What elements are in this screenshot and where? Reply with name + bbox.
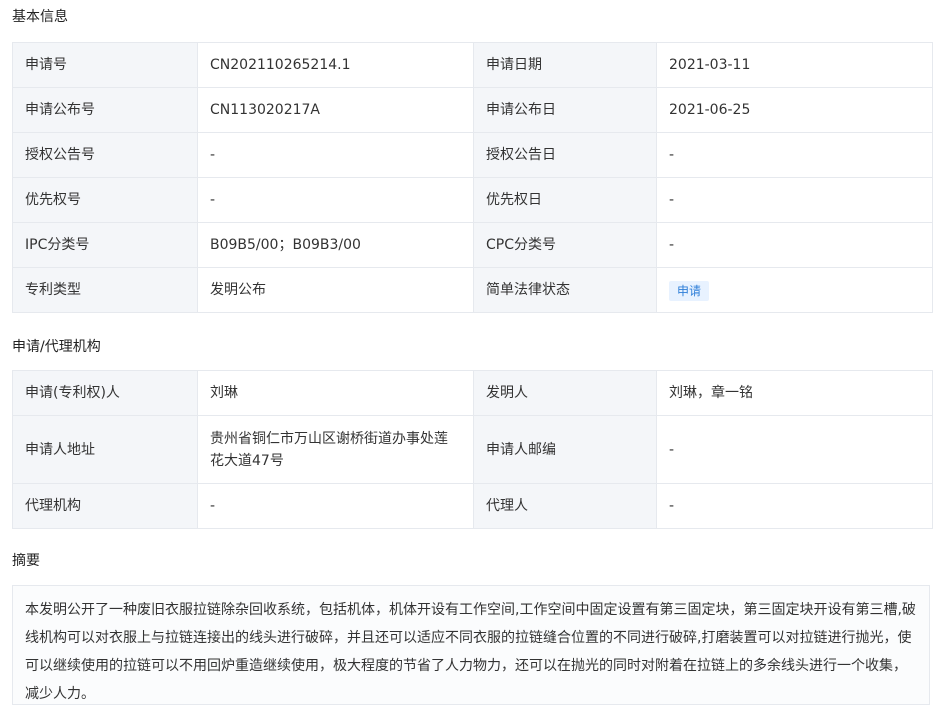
grant-date-value: -	[656, 132, 933, 178]
section-title-basic-info: 基本信息	[12, 9, 68, 25]
application-number-value: CN202110265214.1	[197, 42, 474, 88]
table-row: 授权公告号 - 授权公告日 -	[12, 132, 933, 178]
applicant-value: 刘琳	[197, 370, 474, 416]
table-row: 申请人地址 贵州省铜仁市万山区谢桥街道办事处莲花大道47号 申请人邮编 -	[12, 415, 933, 484]
table-row: 申请号 CN202110265214.1 申请日期 2021-03-11	[12, 42, 933, 88]
ipc-label: IPC分类号	[12, 222, 198, 268]
patent-type-value: 发明公布	[197, 267, 474, 313]
agency-info-table: 申请(专利权)人 刘琳 发明人 刘琳，章一铭 申请人地址 贵州省铜仁市万山区谢桥…	[12, 370, 933, 529]
agent-value: -	[656, 483, 933, 529]
section-title-agency: 申请/代理机构	[12, 339, 101, 355]
cpc-label: CPC分类号	[473, 222, 657, 268]
priority-date-value: -	[656, 177, 933, 223]
table-row: 申请公布号 CN113020217A 申请公布日 2021-06-25	[12, 87, 933, 133]
table-row: 优先权号 - 优先权日 -	[12, 177, 933, 223]
grant-date-label: 授权公告日	[473, 132, 657, 178]
table-row: 专利类型 发明公布 简单法律状态 申请	[12, 267, 933, 313]
section-title-abstract: 摘要	[12, 553, 40, 569]
publication-date-value: 2021-06-25	[656, 87, 933, 133]
application-date-label: 申请日期	[473, 42, 657, 88]
applicant-label: 申请(专利权)人	[12, 370, 198, 416]
table-row: 代理机构 - 代理人 -	[12, 483, 933, 529]
ipc-value: B09B5/00；B09B3/00	[197, 222, 474, 268]
publication-date-label: 申请公布日	[473, 87, 657, 133]
legal-status-cell: 申请	[656, 267, 933, 313]
agency-label: 代理机构	[12, 483, 198, 529]
applicant-address-label: 申请人地址	[12, 415, 198, 484]
agency-value: -	[197, 483, 474, 529]
abstract-text: 本发明公开了一种废旧衣服拉链除杂回收系统，包括机体，机体开设有工作空间,工作空间…	[12, 585, 930, 705]
application-number-label: 申请号	[12, 42, 198, 88]
publication-number-label: 申请公布号	[12, 87, 198, 133]
legal-status-label: 简单法律状态	[473, 267, 657, 313]
priority-number-value: -	[197, 177, 474, 223]
inventor-value: 刘琳，章一铭	[656, 370, 933, 416]
priority-date-label: 优先权日	[473, 177, 657, 223]
patent-detail-page: 基本信息 申请号 CN202110265214.1 申请日期 2021-03-1…	[0, 0, 935, 705]
table-row: 申请(专利权)人 刘琳 发明人 刘琳，章一铭	[12, 370, 933, 416]
table-row: IPC分类号 B09B5/00；B09B3/00 CPC分类号 -	[12, 222, 933, 268]
publication-number-value: CN113020217A	[197, 87, 474, 133]
agent-label: 代理人	[473, 483, 657, 529]
applicant-postcode-label: 申请人邮编	[473, 415, 657, 484]
application-date-value: 2021-03-11	[656, 42, 933, 88]
legal-status-badge: 申请	[669, 280, 710, 301]
cpc-value: -	[656, 222, 933, 268]
applicant-postcode-value: -	[656, 415, 933, 484]
grant-number-value: -	[197, 132, 474, 178]
inventor-label: 发明人	[473, 370, 657, 416]
patent-type-label: 专利类型	[12, 267, 198, 313]
grant-number-label: 授权公告号	[12, 132, 198, 178]
priority-number-label: 优先权号	[12, 177, 198, 223]
basic-info-table: 申请号 CN202110265214.1 申请日期 2021-03-11 申请公…	[12, 42, 933, 313]
applicant-address-value: 贵州省铜仁市万山区谢桥街道办事处莲花大道47号	[197, 415, 474, 484]
